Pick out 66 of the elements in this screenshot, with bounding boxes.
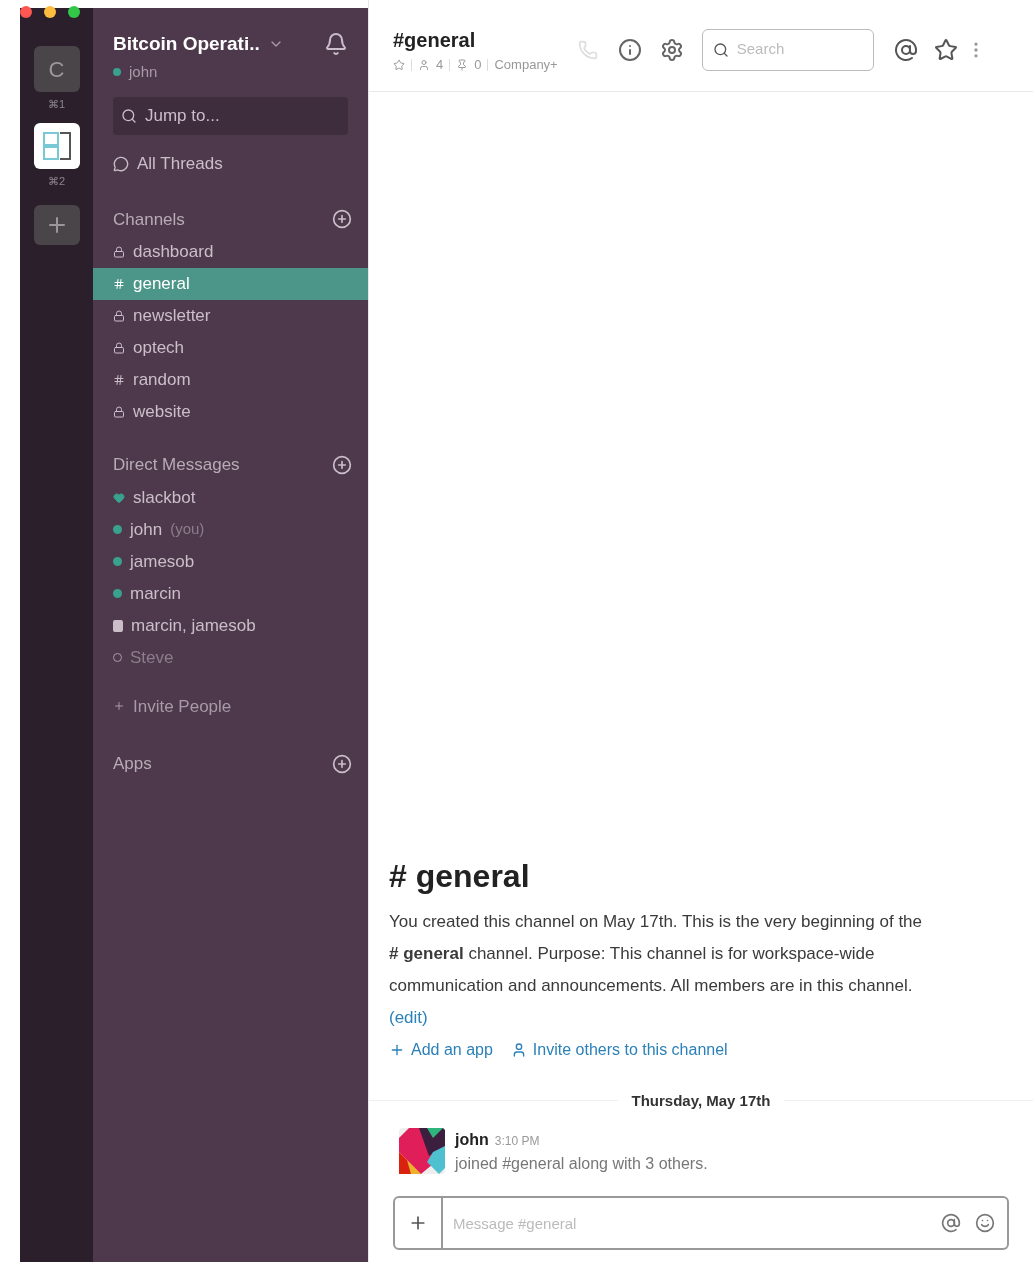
channel-action-link[interactable]: Invite others to this channel bbox=[510, 1037, 728, 1062]
date-divider-label: Thursday, May 17th bbox=[630, 1090, 772, 1111]
channel-title: #general bbox=[393, 27, 477, 53]
add-message-icon[interactable] bbox=[332, 454, 352, 475]
channel-item[interactable]: optech bbox=[93, 332, 368, 364]
plus-icon bbox=[113, 700, 125, 713]
starred-icon[interactable] bbox=[933, 37, 958, 62]
threads-icon bbox=[113, 155, 129, 172]
you-label: (you) bbox=[170, 519, 205, 540]
star-icon[interactable] bbox=[393, 58, 405, 71]
notifications-bell-icon[interactable] bbox=[324, 32, 348, 57]
channel-item[interactable]: newsletter bbox=[93, 300, 368, 332]
avatar-icon[interactable] bbox=[399, 1128, 445, 1174]
workspace-logo-button[interactable] bbox=[33, 122, 80, 169]
attach-button[interactable] bbox=[393, 1196, 443, 1250]
shortcut-label: ⌘1 bbox=[47, 97, 66, 112]
hash-icon bbox=[113, 278, 125, 290]
invite-people-link[interactable]: Invite People bbox=[93, 693, 368, 719]
message-input[interactable]: Message #general bbox=[443, 1196, 1009, 1250]
message-author[interactable]: john bbox=[455, 1128, 489, 1152]
mention-icon[interactable] bbox=[941, 1213, 961, 1233]
section-heading[interactable]: Direct Messages bbox=[113, 452, 240, 478]
hash-icon bbox=[113, 374, 125, 386]
message-text: joined #general along with 3 others. bbox=[455, 1154, 708, 1174]
search-field[interactable]: Search bbox=[701, 28, 874, 71]
search-input[interactable]: Search bbox=[736, 38, 857, 61]
pin-count[interactable]: 0 bbox=[474, 54, 482, 75]
workspace-button[interactable]: C bbox=[33, 46, 80, 92]
user-name: john bbox=[129, 61, 158, 82]
channel-description: You created this channel on May 17th. This is the very beginning of the # general channel. Purpose: This channel is for workspace-wide communication and announcements. All members are in this channel. (edit) bbox=[389, 910, 923, 1029]
message-time: 3:10 PM bbox=[494, 1133, 540, 1150]
direct-message-item[interactable]: jamesob bbox=[130, 548, 195, 575]
channel-topic[interactable]: Company+ bbox=[494, 54, 558, 75]
workspace-logo-icon bbox=[40, 129, 73, 162]
channel-item[interactable]: random bbox=[93, 364, 368, 396]
channel-action-link[interactable]: Add an app bbox=[389, 1037, 493, 1062]
direct-message-item[interactable]: john bbox=[130, 516, 163, 543]
lock-icon bbox=[113, 342, 125, 354]
direct-message-item[interactable]: marcin, jamesob bbox=[131, 612, 256, 639]
channel-intro-title: # general bbox=[389, 856, 531, 896]
mentions-icon[interactable] bbox=[893, 37, 918, 62]
channel-item[interactable]: dashboard bbox=[93, 236, 368, 268]
section-heading[interactable]: Apps bbox=[113, 751, 152, 777]
search-icon bbox=[712, 41, 729, 58]
shortcut-label: ⌘2 bbox=[47, 173, 66, 189]
members-icon bbox=[418, 58, 430, 71]
lock-icon bbox=[113, 310, 125, 322]
direct-message-item[interactable]: slackbot bbox=[133, 484, 196, 511]
channel-item[interactable]: website bbox=[93, 396, 368, 428]
threads-item[interactable]: All Threads bbox=[93, 151, 368, 177]
add-channel-icon[interactable] bbox=[332, 209, 352, 230]
info-icon[interactable] bbox=[617, 37, 642, 62]
section-heading[interactable]: Channels bbox=[113, 206, 185, 232]
settings-icon[interactable] bbox=[659, 37, 684, 62]
lock-icon bbox=[113, 246, 125, 258]
add-workspace-button[interactable] bbox=[33, 205, 80, 245]
search-icon bbox=[121, 108, 137, 124]
emoji-icon[interactable] bbox=[975, 1213, 995, 1233]
direct-message-item[interactable]: marcin bbox=[130, 580, 181, 607]
lock-icon bbox=[113, 406, 125, 418]
edit-link[interactable]: (edit) bbox=[389, 1007, 428, 1027]
workspace-name[interactable]: Bitcoin Operati.. bbox=[113, 30, 260, 59]
add-app-icon[interactable] bbox=[332, 753, 352, 774]
channel-item[interactable]: general bbox=[93, 268, 368, 300]
jump-to-button[interactable]: Jump to... bbox=[113, 97, 348, 135]
pin-icon bbox=[456, 58, 469, 71]
